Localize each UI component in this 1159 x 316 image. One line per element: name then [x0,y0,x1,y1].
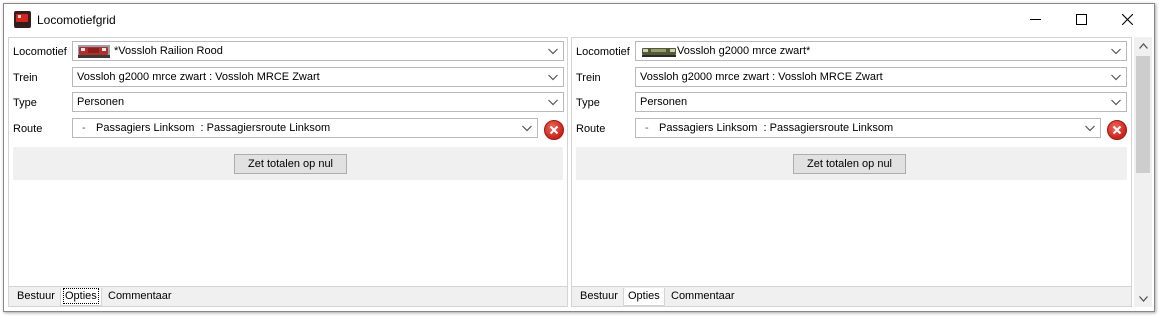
delete-icon [549,125,559,135]
route-label: Route [13,123,43,135]
type-label: Type [13,97,37,109]
scroll-up-icon [1138,42,1148,49]
locomotive-thumbnail-icon [78,45,110,58]
minimize-button[interactable] [1012,4,1058,35]
trein-select[interactable]: Vossloh g2000 mrce zwart : Vossloh MRCE … [72,67,564,87]
scroll-down-button[interactable] [1134,290,1152,307]
tab-bestuur[interactable]: Bestuur [13,288,59,306]
tab-commentaar[interactable]: Commentaar [104,288,176,306]
chevron-down-icon [1111,74,1121,81]
chevron-down-icon [1085,125,1095,132]
chevron-down-icon [1111,48,1121,55]
chevron-down-icon [548,48,558,55]
locomotive-thumbnail-icon [641,45,677,58]
delete-icon [1112,125,1122,135]
route-bullet: - [82,122,86,134]
locomotief-label: Locomotief [576,46,630,58]
chevron-down-icon [548,74,558,81]
tab-opties[interactable]: Opties [623,288,665,306]
totals-panel: Zet totalen op nul [576,147,1127,180]
tab-commentaar[interactable]: Commentaar [667,288,739,306]
trein-label: Trein [13,72,38,84]
locomotive-app-icon [14,11,31,28]
locomotief-select[interactable]: *Vossloh Railion Rood [72,41,564,61]
type-label: Type [576,97,600,109]
type-row: Type Personen [572,92,1131,114]
route-label: Route [576,123,606,135]
trein-select[interactable]: Vossloh g2000 mrce zwart : Vossloh MRCE … [635,67,1127,87]
scroll-down-icon [1138,295,1148,302]
type-select[interactable]: Personen [635,92,1127,112]
trein-value: Vossloh g2000 mrce zwart : Vossloh MRCE … [640,71,883,83]
locomotief-row: Locomotief Vossloh g2000 mrce zwart* [572,41,1131,63]
route-value: Passagiers Linksom : Passagiersroute Lin… [96,122,331,134]
chevron-down-icon [1111,99,1121,106]
minimize-icon [1029,19,1041,20]
locomotief-value: Vossloh g2000 mrce zwart* [677,45,811,57]
trein-value: Vossloh g2000 mrce zwart : Vossloh MRCE … [77,71,320,83]
tab-opties[interactable]: Opties [60,288,102,306]
scroll-up-button[interactable] [1134,37,1152,54]
route-select[interactable]: - Passagiers Linksom : Passagiersroute L… [72,118,538,138]
locomotief-value: *Vossloh Railion Rood [114,45,223,57]
chevron-down-icon [522,125,532,132]
totals-panel: Zet totalen op nul [13,147,563,180]
reset-totals-button[interactable]: Zet totalen op nul [793,154,907,174]
maximize-icon [1075,14,1087,25]
type-row: Type Personen [9,92,567,114]
route-select[interactable]: - Passagiers Linksom : Passagiersroute L… [635,118,1101,138]
trein-row: Trein Vossloh g2000 mrce zwart : Vossloh… [572,67,1131,89]
delete-route-button[interactable] [544,120,564,140]
locomotief-label: Locomotief [13,46,67,58]
trein-row: Trein Vossloh g2000 mrce zwart : Vossloh… [9,67,567,89]
delete-route-button[interactable] [1107,120,1127,140]
tab-strip: Bestuur Opties Commentaar [9,286,567,306]
locomotiefgrid-window: Locomotiefgrid Locomotief *Vossloh Raili… [3,3,1155,312]
chevron-down-icon [548,99,558,106]
type-value: Personen [640,96,688,108]
scroll-thumb[interactable] [1136,56,1150,173]
reset-totals-button[interactable]: Zet totalen op nul [234,154,348,174]
close-button[interactable] [1104,4,1150,35]
vertical-scrollbar[interactable] [1134,37,1152,307]
loco-pane-2: Locomotief Vossloh g2000 mrce zwart* Tre… [571,37,1132,307]
locomotief-select[interactable]: Vossloh g2000 mrce zwart* [635,41,1127,61]
maximize-button[interactable] [1058,4,1104,35]
type-select[interactable]: Personen [72,92,564,112]
route-row: Route - Passagiers Linksom : Passagiersr… [9,118,567,140]
tab-strip: Bestuur Opties Commentaar [572,286,1131,306]
route-bullet: - [645,122,649,134]
close-icon [1121,14,1133,25]
locomotief-row: Locomotief *Vossloh Railion Rood [9,41,567,63]
loco-pane-1: Locomotief *Vossloh Railion Rood Trein V… [8,37,568,307]
route-row: Route - Passagiers Linksom : Passagiersr… [572,118,1131,140]
type-value: Personen [77,96,125,108]
tab-bestuur[interactable]: Bestuur [576,288,622,306]
route-value: Passagiers Linksom : Passagiersroute Lin… [659,122,894,134]
window-title: Locomotiefgrid [37,13,116,27]
trein-label: Trein [576,72,601,84]
title-bar: Locomotiefgrid [4,4,1154,35]
